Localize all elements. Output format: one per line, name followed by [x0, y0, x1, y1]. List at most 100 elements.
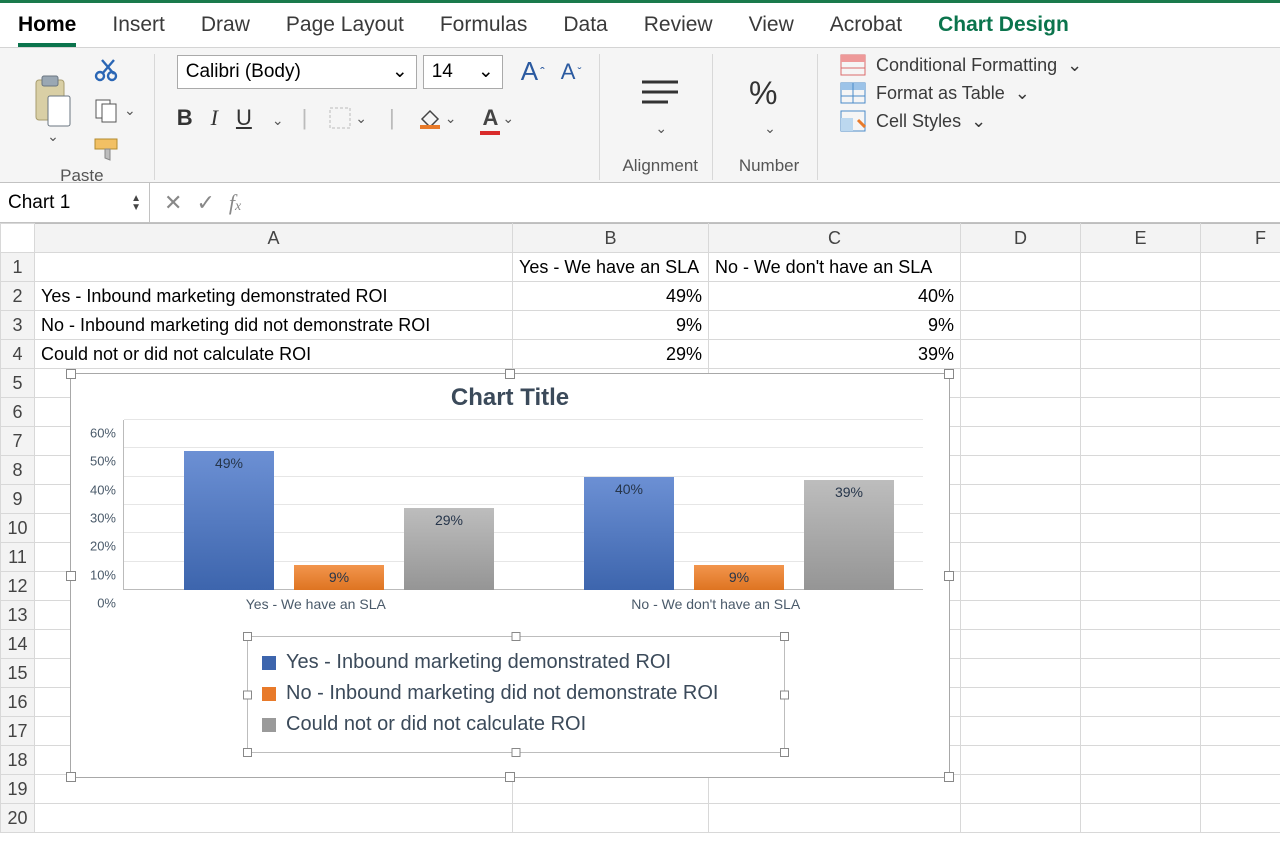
row-header-1[interactable]: 1 [1, 253, 35, 282]
row-header-12[interactable]: 12 [1, 572, 35, 601]
row-header-15[interactable]: 15 [1, 659, 35, 688]
cell-A3[interactable]: No - Inbound marketing did not demonstra… [35, 311, 513, 340]
cell-B4[interactable]: 29% [513, 340, 709, 369]
cell-A2[interactable]: Yes - Inbound marketing demonstrated ROI [35, 282, 513, 311]
paste-button[interactable] [24, 70, 80, 149]
cell-C3[interactable]: 9% [709, 311, 961, 340]
row-header-10[interactable]: 10 [1, 514, 35, 543]
cell-E3[interactable] [1081, 311, 1201, 340]
tab-chart-design[interactable]: Chart Design [938, 13, 1069, 47]
row-header-17[interactable]: 17 [1, 717, 35, 746]
font-color-button[interactable]: A [478, 103, 518, 133]
number-format-button[interactable]: % [735, 68, 803, 141]
resize-handle[interactable] [780, 748, 789, 757]
col-header-F[interactable]: F [1201, 224, 1280, 253]
name-box-spinner[interactable]: ▲▼ [131, 194, 141, 212]
name-box[interactable]: Chart 1 ▲▼ [0, 183, 150, 222]
cell-E2[interactable] [1081, 282, 1201, 311]
row-header-3[interactable]: 3 [1, 311, 35, 340]
font-size-select[interactable]: 14 ⌄ [423, 55, 503, 89]
conditional-formatting-button[interactable]: Conditional Formatting ⌄ [840, 54, 1082, 76]
tab-insert[interactable]: Insert [112, 13, 165, 47]
bold-button[interactable]: B [177, 105, 193, 131]
format-as-table-button[interactable]: Format as Table ⌄ [840, 82, 1082, 104]
resize-handle[interactable] [512, 748, 521, 757]
select-all-corner[interactable] [1, 224, 35, 253]
row-header-4[interactable]: 4 [1, 340, 35, 369]
accept-formula-button[interactable]: ✓ [196, 190, 214, 216]
cell-styles-button[interactable]: Cell Styles ⌄ [840, 110, 1082, 132]
resize-handle[interactable] [243, 632, 252, 641]
increase-font-button[interactable]: Aˆ [517, 54, 549, 89]
tab-data[interactable]: Data [563, 13, 607, 47]
cut-button[interactable] [88, 54, 140, 86]
resize-handle[interactable] [780, 690, 789, 699]
resize-handle[interactable] [512, 632, 521, 641]
italic-button[interactable]: I [211, 105, 218, 131]
col-header-A[interactable]: A [35, 224, 513, 253]
chart-title[interactable]: Chart Title [71, 374, 949, 416]
cell-B2[interactable]: 49% [513, 282, 709, 311]
resize-handle[interactable] [505, 369, 515, 379]
resize-handle[interactable] [66, 369, 76, 379]
borders-button[interactable] [325, 105, 371, 131]
row-header-8[interactable]: 8 [1, 456, 35, 485]
row-header-6[interactable]: 6 [1, 398, 35, 427]
col-header-D[interactable]: D [961, 224, 1081, 253]
resize-handle[interactable] [66, 571, 76, 581]
cell-D2[interactable] [961, 282, 1081, 311]
chart-legend[interactable]: Yes - Inbound marketing demonstrated ROI… [247, 636, 785, 753]
cell-D1[interactable] [961, 253, 1081, 282]
cell-A4[interactable]: Could not or did not calculate ROI [35, 340, 513, 369]
cell-C4[interactable]: 39% [709, 340, 961, 369]
fill-color-button[interactable] [413, 105, 461, 131]
tab-review[interactable]: Review [644, 13, 713, 47]
tab-acrobat[interactable]: Acrobat [830, 13, 902, 47]
row-header-14[interactable]: 14 [1, 630, 35, 659]
cell-B1[interactable]: Yes - We have an SLA [513, 253, 709, 282]
cell-E1[interactable] [1081, 253, 1201, 282]
resize-handle[interactable] [505, 772, 515, 782]
resize-handle[interactable] [944, 571, 954, 581]
col-header-C[interactable]: C [709, 224, 961, 253]
legend-item[interactable]: Could not or did not calculate ROI [262, 709, 770, 740]
legend-item[interactable]: Yes - Inbound marketing demonstrated ROI [262, 647, 770, 678]
cell-F3[interactable] [1201, 311, 1280, 340]
cell-D3[interactable] [961, 311, 1081, 340]
tab-page-layout[interactable]: Page Layout [286, 13, 404, 47]
cell-B3[interactable]: 9% [513, 311, 709, 340]
tab-home[interactable]: Home [18, 13, 76, 47]
cell-C1[interactable]: No - We don't have an SLA [709, 253, 961, 282]
row-header-11[interactable]: 11 [1, 543, 35, 572]
row-header-16[interactable]: 16 [1, 688, 35, 717]
cell-F4[interactable] [1201, 340, 1280, 369]
resize-handle[interactable] [780, 632, 789, 641]
cell-C2[interactable]: 40% [709, 282, 961, 311]
row-header-19[interactable]: 19 [1, 775, 35, 804]
resize-handle[interactable] [944, 772, 954, 782]
tab-formulas[interactable]: Formulas [440, 13, 528, 47]
font-name-select[interactable]: Calibri (Body) ⌄ [177, 55, 417, 89]
cell-E4[interactable] [1081, 340, 1201, 369]
row-header-5[interactable]: 5 [1, 369, 35, 398]
format-painter-button[interactable] [88, 134, 140, 164]
row-header-20[interactable]: 20 [1, 804, 35, 833]
decrease-font-button[interactable]: Aˇ [557, 57, 586, 87]
col-header-E[interactable]: E [1081, 224, 1201, 253]
cell-A1[interactable] [35, 253, 513, 282]
row-header-2[interactable]: 2 [1, 282, 35, 311]
row-header-9[interactable]: 9 [1, 485, 35, 514]
row-header-18[interactable]: 18 [1, 746, 35, 775]
underline-button[interactable]: U [236, 105, 252, 131]
col-header-B[interactable]: B [513, 224, 709, 253]
row-header-13[interactable]: 13 [1, 601, 35, 630]
copy-button[interactable] [88, 94, 140, 126]
embedded-chart[interactable]: Chart Title 0%10%20%30%40%50%60% 49%9%29… [70, 373, 950, 778]
formula-input[interactable] [255, 183, 1280, 222]
tab-view[interactable]: View [749, 13, 794, 47]
cancel-formula-button[interactable]: ✕ [164, 190, 182, 216]
legend-item[interactable]: No - Inbound marketing did not demonstra… [262, 678, 770, 709]
row-header-7[interactable]: 7 [1, 427, 35, 456]
cell-F1[interactable] [1201, 253, 1280, 282]
fx-icon[interactable]: fx [229, 190, 241, 216]
